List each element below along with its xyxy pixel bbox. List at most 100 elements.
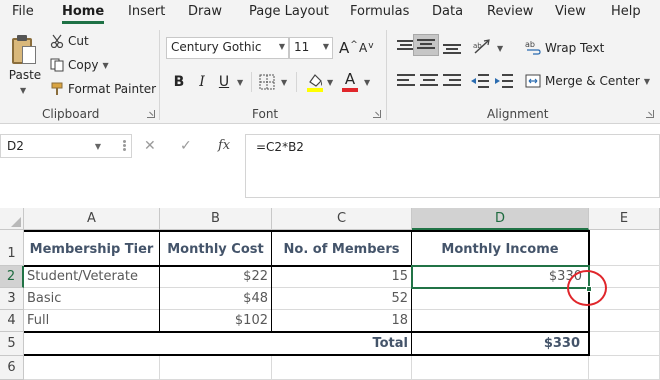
cell-c6[interactable]	[272, 356, 412, 380]
cell-a1[interactable]: Membership Tier	[24, 230, 160, 266]
alignment-group-label: Alignment	[487, 107, 549, 121]
formula-input[interactable]: =C2*B2	[245, 134, 660, 198]
font-size-select[interactable]: 11 ▼	[289, 37, 333, 59]
paste-button[interactable]: Paste ▼	[8, 34, 42, 100]
font-color-swatch	[342, 88, 358, 92]
cell-b6[interactable]	[160, 356, 272, 380]
group-divider	[159, 30, 160, 120]
decrease-indent-icon[interactable]	[470, 72, 490, 90]
worksheet-grid[interactable]: A B C D E 1 2 3 4 5 6 Membership Tier Mo…	[0, 208, 660, 380]
cell-d3[interactable]	[412, 288, 589, 310]
borders-dropdown-icon[interactable]: ▼	[281, 78, 287, 87]
annotation-circle	[567, 270, 607, 306]
tab-file[interactable]: File	[12, 4, 34, 19]
decrease-font-button[interactable]: Av	[359, 41, 374, 55]
column-header-e[interactable]: E	[589, 208, 660, 230]
align-left-icon[interactable]	[397, 74, 415, 88]
align-right-icon[interactable]	[443, 74, 461, 88]
merge-dropdown-icon[interactable]: ▼	[644, 77, 650, 86]
tab-draw[interactable]: Draw	[188, 4, 222, 19]
column-header-c[interactable]: C	[272, 208, 412, 230]
cell-d4[interactable]	[412, 310, 589, 332]
enter-icon[interactable]: ✓	[180, 138, 192, 154]
cell-b2[interactable]: $22	[160, 266, 272, 288]
cell-c1[interactable]: No. of Members	[272, 230, 412, 266]
cell-a4[interactable]: Full	[24, 310, 160, 332]
cut-button[interactable]: Cut	[50, 34, 89, 48]
drag-handle-icon[interactable]	[123, 140, 126, 152]
cell-d5[interactable]: $330	[412, 332, 589, 356]
cell-d6[interactable]	[412, 356, 589, 380]
column-header-a[interactable]: A	[24, 208, 160, 230]
chevron-down-icon[interactable]: ▼	[95, 142, 101, 151]
fill-color-dropdown-icon[interactable]: ▼	[327, 78, 333, 87]
cell-c3[interactable]: 52	[272, 288, 412, 310]
row-header-2[interactable]: 2	[0, 266, 24, 288]
borders-icon[interactable]	[259, 74, 275, 90]
cell-a2[interactable]: Student/Veterate	[24, 266, 160, 288]
font-name-select[interactable]: Century Gothic ▼	[166, 37, 289, 59]
tab-formulas[interactable]: Formulas	[350, 4, 409, 19]
row-header-4[interactable]: 4	[0, 310, 24, 332]
bold-button[interactable]: B	[170, 72, 188, 92]
orientation-dropdown-icon[interactable]: ▼	[497, 44, 503, 53]
row-header-5[interactable]: 5	[0, 332, 24, 356]
cell-e5[interactable]	[589, 332, 660, 356]
divider	[251, 72, 252, 92]
increase-indent-icon[interactable]	[494, 72, 514, 90]
underline-button[interactable]: U	[215, 72, 233, 92]
tab-review[interactable]: Review	[487, 4, 533, 19]
cell-d1[interactable]: Monthly Income	[412, 230, 589, 266]
increase-font-button[interactable]: A ^	[339, 39, 358, 57]
cell-e6[interactable]	[589, 356, 660, 380]
italic-button[interactable]: I	[193, 72, 211, 92]
align-bottom-icon[interactable]	[443, 40, 461, 54]
align-center-icon[interactable]	[420, 74, 438, 88]
font-color-dropdown-icon[interactable]: ▼	[364, 78, 370, 87]
cancel-icon[interactable]: ✕	[144, 138, 156, 154]
merge-center-button[interactable]: Merge & Center ▼	[525, 73, 650, 89]
cell-e4[interactable]	[589, 310, 660, 332]
font-color-button[interactable]: A	[341, 70, 359, 92]
font-launcher-icon[interactable]	[373, 110, 381, 118]
cell-b3[interactable]: $48	[160, 288, 272, 310]
row-header-1[interactable]: 1	[0, 230, 24, 266]
copy-dropdown-icon[interactable]: ▼	[102, 61, 108, 70]
cell-d2[interactable]: $330	[412, 266, 589, 288]
orientation-icon[interactable]: ab	[472, 38, 492, 56]
format-painter-button[interactable]: Format Painter	[50, 82, 156, 96]
tab-home[interactable]: Home	[62, 4, 105, 24]
tab-help[interactable]: Help	[611, 4, 641, 19]
row-header-3[interactable]: 3	[0, 288, 24, 310]
cell-b1[interactable]: Monthly Cost	[160, 230, 272, 266]
cell-a3[interactable]: Basic	[24, 288, 160, 310]
fill-color-icon[interactable]	[306, 72, 324, 92]
tab-view[interactable]: View	[555, 4, 586, 19]
column-header-d[interactable]: D	[412, 208, 589, 230]
tab-page-layout[interactable]: Page Layout	[249, 4, 329, 19]
group-divider	[386, 30, 387, 120]
cell-c2[interactable]: 15	[272, 266, 412, 288]
copy-button[interactable]: Copy ▼	[50, 58, 109, 72]
cell-a6[interactable]	[24, 356, 160, 380]
cell-a5[interactable]	[24, 332, 272, 356]
font-size-value: 11	[294, 40, 310, 54]
cell-b4[interactable]: $102	[160, 310, 272, 332]
paste-dropdown-icon[interactable]: ▼	[20, 86, 26, 95]
wrap-text-button[interactable]: ab Wrap Text	[525, 40, 604, 56]
row-header-6[interactable]: 6	[0, 356, 24, 380]
insert-function-icon[interactable]: fx	[218, 138, 230, 153]
formula-text: =C2*B2	[256, 140, 304, 154]
cell-c5[interactable]: Total	[272, 332, 412, 356]
cell-c4[interactable]: 18	[272, 310, 412, 332]
select-all-button[interactable]	[0, 208, 24, 230]
tab-insert[interactable]: Insert	[128, 4, 165, 19]
tab-data[interactable]: Data	[432, 4, 463, 19]
alignment-launcher-icon[interactable]	[646, 110, 654, 118]
underline-dropdown-icon[interactable]: ▼	[237, 78, 243, 87]
clipboard-launcher-icon[interactable]	[147, 110, 155, 118]
align-middle-button[interactable]	[413, 34, 439, 56]
name-box[interactable]: D2 ▼	[0, 134, 132, 158]
cell-e1[interactable]	[589, 230, 660, 266]
column-header-b[interactable]: B	[160, 208, 272, 230]
